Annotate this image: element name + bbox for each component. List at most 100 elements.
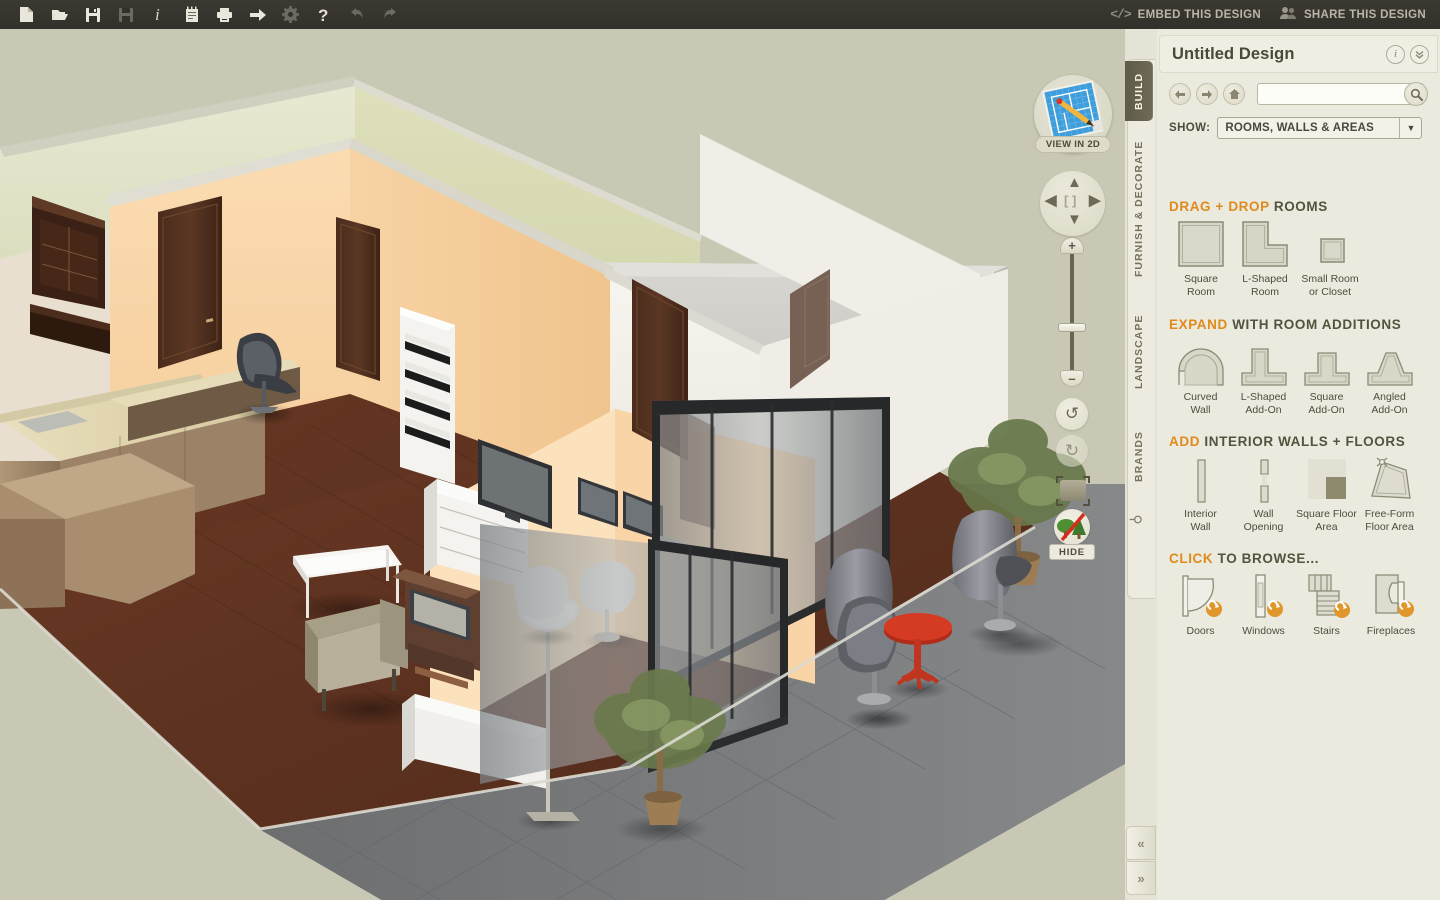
tool-curved-wall[interactable]: Curved Wall	[1169, 337, 1232, 416]
info-icon[interactable]: i	[1386, 44, 1405, 64]
rotate-counterclockwise-button[interactable]: ↺	[1056, 398, 1088, 430]
doors-icon	[1169, 571, 1232, 621]
tool-doors[interactable]: Doors	[1169, 571, 1232, 638]
chevron-down-icon[interactable]: ▼	[1399, 118, 1421, 138]
collapse-panel-button[interactable]: «	[1126, 826, 1156, 860]
curved-wall-icon	[1169, 337, 1232, 387]
mode-tab-brands[interactable]: BRANDS	[1125, 417, 1153, 497]
bracket-tr-icon	[1083, 476, 1090, 483]
search-icon[interactable]	[1404, 82, 1428, 106]
zoom-slider-handle[interactable]	[1058, 323, 1086, 332]
design-canvas-3d[interactable]: VIEW IN 2D ▲ ▼ ◀ ▶ [ ] + – ↺ ↻ HIDE	[0, 29, 1125, 900]
section-heading-rest: TO BROWSE...	[1213, 551, 1320, 566]
l-shaped-addon-icon	[1232, 337, 1295, 387]
tool-interior-wall[interactable]: Interior Wall	[1169, 454, 1232, 533]
people-icon	[1279, 6, 1297, 23]
nav-forward-icon[interactable]	[1196, 83, 1218, 105]
show-filter-row: SHOW: ROOMS, WALLS & AREAS ▼	[1169, 117, 1423, 139]
undo-icon[interactable]	[340, 1, 373, 28]
print-icon[interactable]	[208, 1, 241, 28]
new-document-icon[interactable]	[10, 1, 43, 28]
wall-opening-icon	[1232, 454, 1295, 504]
pan-left-arrow[interactable]: ◀	[1045, 191, 1057, 209]
save-as-icon[interactable]	[109, 1, 142, 28]
right-panel: Untitled Design i SHOW: ROOMS, WALLS & A…	[1157, 29, 1440, 900]
mode-tab-furnish-decorate[interactable]: FURNISH & DECORATE	[1125, 129, 1153, 289]
panel-collapse-controls: « »	[1126, 826, 1156, 896]
tool-wall-opening[interactable]: Wall Opening	[1232, 454, 1295, 533]
tool-square-room[interactable]: Square Room	[1169, 219, 1233, 298]
section-drag-drop-rooms: DRAG + DROP ROOMS Square Room L-Shaped R…	[1169, 199, 1431, 298]
tool-l-shaped-addon[interactable]: L-Shaped Add-On	[1232, 337, 1295, 416]
tool-square-floor-area[interactable]: Square Floor Area	[1295, 454, 1358, 533]
l-shaped-room-icon	[1233, 219, 1297, 269]
section-interior-walls-floors: ADD INTERIOR WALLS + FLOORS Interior Wal…	[1169, 434, 1431, 533]
section-heading: CLICK TO BROWSE...	[1169, 551, 1431, 566]
share-this-design-button[interactable]: SHARE THIS DESIGN	[1279, 6, 1426, 23]
tool-label: Wall Opening	[1243, 508, 1284, 533]
open-folder-icon[interactable]	[43, 1, 76, 28]
tool-angled-addon[interactable]: Angled Add-On	[1358, 337, 1421, 416]
rotate-clockwise-button[interactable]: ↻	[1056, 435, 1088, 467]
tool-label: Doors	[1186, 625, 1215, 637]
tool-square-addon[interactable]: Square Add-On	[1295, 337, 1358, 416]
panel-title-actions: i	[1386, 44, 1429, 64]
mode-tab-landscape[interactable]: LANDSCAPE	[1125, 297, 1153, 407]
nav-home-icon[interactable]	[1223, 83, 1245, 105]
zoom-out-button[interactable]: –	[1060, 370, 1084, 387]
zoom-in-button[interactable]: +	[1060, 237, 1084, 254]
tool-free-form-floor-area[interactable]: Free-Form Floor Area	[1358, 454, 1421, 533]
section-heading: EXPAND WITH ROOM ADDITIONS	[1169, 317, 1431, 332]
section-click-to-browse: CLICK TO BROWSE... Doors Windows Stairs …	[1169, 551, 1431, 638]
tool-label: Stairs	[1313, 625, 1340, 637]
mode-tab-build[interactable]: BUILD	[1125, 61, 1153, 121]
nav-back-icon[interactable]	[1169, 83, 1191, 105]
fireplaces-icon	[1358, 571, 1424, 621]
help-icon[interactable]: ?	[307, 1, 340, 28]
export-icon[interactable]	[241, 1, 274, 28]
pan-right-arrow[interactable]: ▶	[1089, 191, 1101, 209]
bracket-bl-icon	[1056, 499, 1063, 506]
bracket-br-icon	[1083, 499, 1090, 506]
toolbar-actions: </> EMBED THIS DESIGN SHARE THIS DESIGN	[1110, 6, 1440, 23]
tool-stairs[interactable]: Stairs	[1295, 571, 1358, 638]
hide-label[interactable]: HIDE	[1049, 544, 1095, 560]
pan-up-arrow[interactable]: ▲	[1067, 174, 1082, 191]
section-heading-highlight: CLICK	[1169, 551, 1214, 566]
panel-search	[1257, 82, 1428, 106]
settings-gear-icon[interactable]	[274, 1, 307, 28]
recenter-button[interactable]: [ ]	[1064, 193, 1076, 208]
material-swatch-button[interactable]	[1056, 476, 1090, 506]
tool-label: Angled Add-On	[1371, 391, 1408, 416]
tool-small-room-or-closet[interactable]: Small Room or Closet	[1297, 219, 1363, 298]
info-icon[interactable]: i	[142, 1, 175, 28]
hide-trees-icon	[1057, 512, 1086, 542]
redo-icon[interactable]	[373, 1, 406, 28]
tool-label: Interior Wall	[1184, 508, 1217, 533]
section-room-additions: EXPAND WITH ROOM ADDITIONS Curved Wall L…	[1169, 317, 1431, 416]
expand-panel-button[interactable]: »	[1126, 861, 1156, 895]
search-input[interactable]	[1257, 83, 1424, 105]
zoom-slider[interactable]: + –	[1055, 237, 1089, 387]
section-heading-rest: INTERIOR WALLS + FLOORS	[1200, 434, 1406, 449]
windows-icon	[1232, 571, 1295, 621]
pan-dpad[interactable]: ▲ ▼ ◀ ▶ [ ]	[1040, 171, 1105, 236]
notes-icon[interactable]	[175, 1, 208, 28]
code-brackets-icon: </>	[1110, 7, 1131, 22]
show-select[interactable]: ROOMS, WALLS & AREAS ▼	[1217, 117, 1423, 139]
section-heading: DRAG + DROP ROOMS	[1169, 199, 1431, 214]
embed-this-design-button[interactable]: </> EMBED THIS DESIGN	[1110, 7, 1261, 22]
save-icon[interactable]	[76, 1, 109, 28]
tool-windows[interactable]: Windows	[1232, 571, 1295, 638]
hide-plants-button[interactable]	[1054, 509, 1090, 545]
panel-nav-row	[1169, 81, 1434, 107]
page-title: Untitled Design	[1172, 44, 1295, 63]
tool-label: Fireplaces	[1366, 625, 1416, 637]
strip-search-icon[interactable]: ⚲	[1128, 514, 1145, 524]
tool-l-shaped-room[interactable]: L-Shaped Room	[1233, 219, 1297, 298]
pan-down-arrow[interactable]: ▼	[1067, 211, 1082, 228]
tool-fireplaces[interactable]: Fireplaces	[1358, 571, 1424, 638]
zoom-slider-track[interactable]	[1070, 249, 1074, 377]
chevron-down-icon[interactable]	[1410, 44, 1429, 64]
view-in-2d-label[interactable]: VIEW IN 2D	[1035, 136, 1111, 153]
